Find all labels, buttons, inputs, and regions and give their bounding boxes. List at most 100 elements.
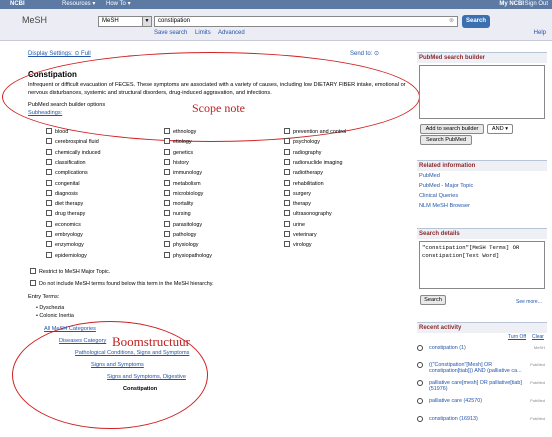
recent-item[interactable]: constipation (1) MeSH (417, 345, 547, 352)
related-link-clinical[interactable]: Clinical Queries (417, 191, 547, 201)
checkbox-icon[interactable] (164, 128, 170, 134)
subheading-option[interactable]: microbiology (164, 189, 203, 198)
subheading-option[interactable]: genetics (164, 148, 193, 157)
checkbox-icon[interactable] (284, 241, 290, 248)
checkbox-icon[interactable] (164, 148, 170, 155)
clear-link[interactable]: Clear (532, 334, 544, 340)
subheading-option[interactable]: mortality (164, 200, 193, 208)
recent-item[interactable]: constipation (16913) PubMed (417, 416, 547, 423)
subheading-option[interactable]: nursing (164, 210, 191, 218)
checkbox-icon[interactable] (46, 128, 52, 134)
and-select[interactable]: AND ▾ (487, 124, 513, 134)
search-input[interactable]: constipation ⊗ (154, 16, 458, 27)
checkbox-icon[interactable] (46, 179, 52, 186)
resources-menu[interactable]: Resources ▾ (62, 0, 95, 9)
checkbox-icon[interactable] (30, 268, 36, 274)
checkbox-icon[interactable] (284, 128, 290, 134)
subheading-option[interactable]: psychology (284, 138, 320, 146)
checkbox-icon[interactable] (46, 231, 52, 237)
subheading-option[interactable]: economics (46, 220, 81, 229)
subheading-option[interactable]: complications (46, 169, 88, 177)
checkbox-icon[interactable] (46, 220, 52, 227)
subheading-option[interactable]: therapy (284, 200, 311, 208)
subheading-option[interactable]: history (164, 158, 189, 167)
tree-node-diseases[interactable]: Diseases Category (59, 338, 106, 344)
tree-node-signs-digestive[interactable]: Signs and Symptoms, Digestive (107, 374, 186, 380)
checkbox-icon[interactable] (284, 169, 290, 176)
send-to[interactable]: Send to: ⊙ (350, 50, 379, 57)
checkbox-icon[interactable] (284, 138, 290, 145)
subheading-option[interactable]: radionuclide imaging (284, 158, 342, 167)
checkbox-icon[interactable] (46, 210, 52, 217)
recent-item[interactable]: palliative care[mesh] OR palliative[tiab… (417, 380, 547, 392)
checkbox-icon[interactable] (164, 251, 170, 258)
checkbox-icon[interactable] (164, 220, 170, 227)
tree-node-signs[interactable]: Signs and Symptoms (91, 362, 144, 368)
checkbox-icon[interactable] (164, 189, 170, 196)
checkbox-icon[interactable] (46, 241, 52, 248)
save-search-link[interactable]: Save search (154, 30, 187, 36)
checkbox-icon[interactable] (284, 210, 290, 217)
subheading-option[interactable]: radiography (284, 148, 321, 157)
checkbox-icon[interactable] (284, 200, 290, 207)
related-link-browser[interactable]: NLM MeSH Browser (417, 201, 547, 211)
subheading-option[interactable]: veterinary (284, 231, 317, 239)
subheading-option[interactable]: pathology (164, 231, 196, 239)
checkbox-icon[interactable] (46, 138, 52, 145)
tree-node-all-categories[interactable]: All MeSH Categories (44, 326, 96, 332)
subheading-option[interactable]: radiotherapy (284, 169, 323, 177)
subheading-option[interactable]: congenital (46, 179, 80, 188)
subheading-option[interactable]: immunology (164, 169, 202, 177)
subheading-option[interactable]: diagnosis (46, 189, 78, 198)
details-textarea[interactable]: "constipation"[MeSH Terms] OR constipati… (419, 241, 545, 289)
add-to-builder-button[interactable]: Add to search builder (420, 124, 484, 134)
advanced-link[interactable]: Advanced (218, 30, 245, 36)
checkbox-icon[interactable] (46, 158, 52, 165)
details-search-button[interactable]: Search (420, 295, 446, 305)
checkbox-icon[interactable] (164, 231, 170, 237)
checkbox-icon[interactable] (30, 280, 36, 286)
subheading-option[interactable]: blood (46, 128, 68, 136)
checkbox-icon[interactable] (164, 241, 170, 248)
ncbi-logo[interactable]: NCBI (10, 0, 25, 9)
subheading-option[interactable]: etiology (164, 138, 192, 146)
checkbox-icon[interactable] (284, 158, 290, 165)
restrict-major-option[interactable]: Restrict to MeSH Major Topic. (30, 268, 110, 275)
search-button[interactable]: Search (462, 15, 490, 28)
checkbox-icon[interactable] (46, 148, 52, 155)
checkbox-icon[interactable] (284, 220, 290, 227)
help-link[interactable]: Help (534, 30, 546, 36)
recent-item[interactable]: (("Constipation"[Mesh] OR constipation[t… (417, 362, 547, 374)
subheading-option[interactable]: epidemiology (46, 251, 87, 260)
subheading-option[interactable]: surgery (284, 189, 311, 198)
exclude-below-option[interactable]: Do not include MeSH terms found below th… (30, 280, 214, 287)
subheading-option[interactable]: ultrasonography (284, 210, 332, 218)
subheading-option[interactable]: virology (284, 241, 312, 249)
limits-link[interactable]: Limits (195, 30, 211, 36)
display-settings[interactable]: Display Settings: ⊙ Full (28, 50, 91, 57)
checkbox-icon[interactable] (164, 200, 170, 207)
checkbox-icon[interactable] (46, 169, 52, 176)
checkbox-icon[interactable] (164, 158, 170, 165)
checkbox-icon[interactable] (164, 169, 170, 176)
related-link-major[interactable]: PubMed - Major Topic (417, 181, 547, 191)
checkbox-icon[interactable] (164, 179, 170, 186)
subheading-option[interactable]: enzymology (46, 241, 84, 249)
subheading-option[interactable]: cerebrospinal fluid (46, 138, 99, 146)
subheading-option[interactable]: diet therapy (46, 200, 83, 208)
checkbox-icon[interactable] (46, 251, 52, 258)
search-pubmed-button[interactable]: Search PubMed (420, 135, 472, 145)
see-more-link[interactable]: See more... (516, 299, 542, 305)
howto-menu[interactable]: How To ▾ (106, 0, 131, 9)
subheading-option[interactable]: drug therapy (46, 210, 85, 218)
sign-out-link[interactable]: Sign Out (525, 0, 548, 9)
checkbox-icon[interactable] (164, 210, 170, 217)
turn-off-link[interactable]: Turn Off (508, 334, 526, 340)
checkbox-icon[interactable] (46, 200, 52, 207)
subheading-option[interactable]: urine (284, 220, 305, 229)
builder-textarea[interactable] (419, 65, 545, 119)
checkbox-icon[interactable] (284, 189, 290, 196)
checkbox-icon[interactable] (46, 189, 52, 196)
subheading-option[interactable]: parasitology (164, 220, 202, 229)
my-ncbi-link[interactable]: My NCBI (499, 0, 524, 9)
